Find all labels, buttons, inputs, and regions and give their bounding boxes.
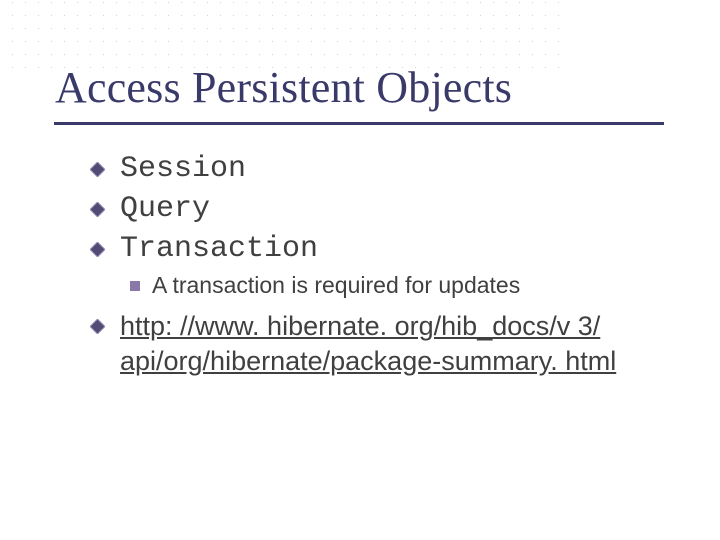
slide-title: Access Persistent Objects	[55, 62, 512, 113]
diamond-bullet-icon	[90, 162, 105, 177]
body-content: Session Query Transaction A transaction …	[90, 152, 670, 378]
title-underline	[54, 122, 664, 125]
bullet-text: Transaction	[120, 232, 318, 266]
bullet-item: Query	[90, 192, 670, 226]
sub-bullet-text: A transaction is required for updates	[152, 272, 520, 298]
hyperlink[interactable]: http: //www. hibernate. org/hib_docs/v 3…	[120, 311, 616, 376]
diamond-bullet-icon	[90, 242, 105, 257]
bullet-item: Transaction	[90, 232, 670, 266]
slide: Access Persistent Objects Session Query	[0, 0, 720, 540]
bullet-item-link: http: //www. hibernate. org/hib_docs/v 3…	[90, 309, 680, 378]
bullet-text: Session	[120, 152, 246, 186]
diamond-bullet-icon	[90, 319, 105, 334]
bullet-item: Session	[90, 152, 670, 186]
sub-bullet-item: A transaction is required for updates	[130, 272, 670, 299]
diamond-bullet-icon	[90, 202, 105, 217]
bullet-text: Query	[120, 192, 210, 226]
square-bullet-icon	[130, 281, 140, 291]
